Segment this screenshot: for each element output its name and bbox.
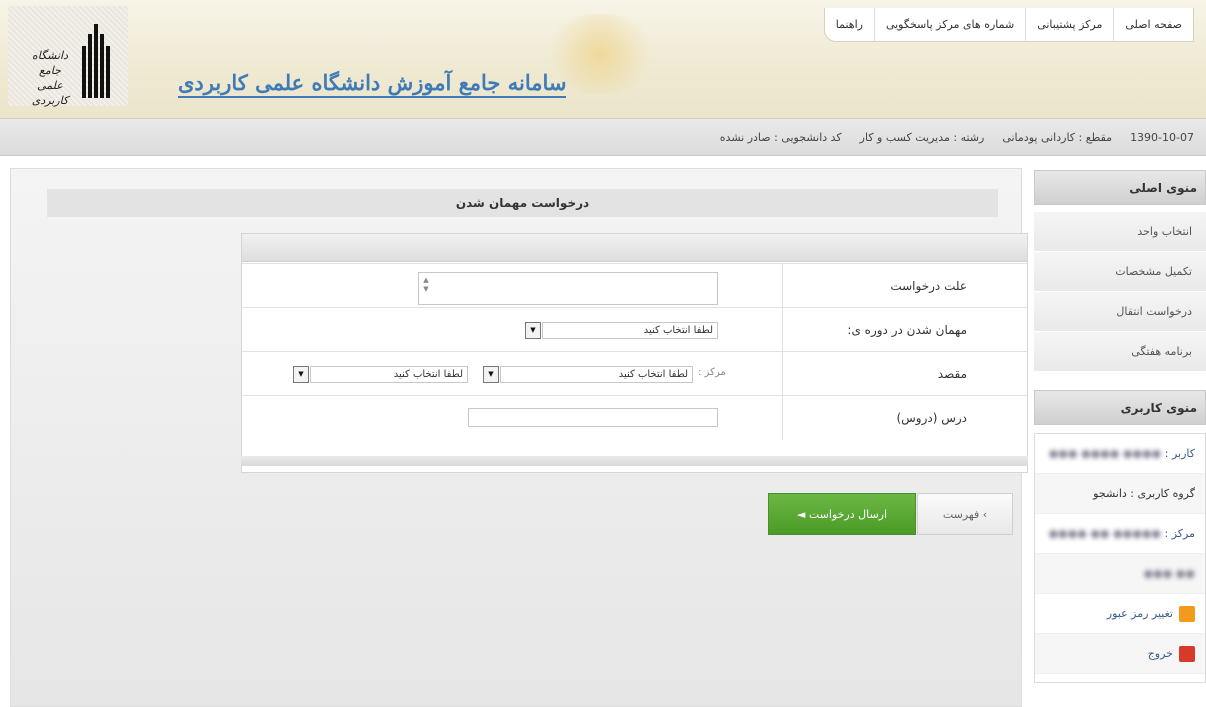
logo-text-line1: دانشگاه جامع <box>31 49 69 77</box>
change-password-link[interactable]: تغییر رمز عبور <box>1035 594 1205 634</box>
logo-text-line2: علمی کاربردی <box>31 79 69 107</box>
logout-link[interactable]: خروج <box>1035 634 1205 674</box>
student-major: رشته : مدیریت کسب و کار <box>859 131 985 144</box>
current-date: 1390-10-07 <box>1130 131 1194 144</box>
main-menu-title: منوی اصلی <box>1034 170 1206 205</box>
textarea-scroll-arrows-icon[interactable]: ▲ ▼ <box>421 276 431 294</box>
sidebar-item-complete-profile[interactable]: تکمیل مشخصات <box>1034 252 1206 292</box>
sidebar: منوی اصلی انتخاب واحد تکمیل مشخصات درخوا… <box>1034 168 1206 707</box>
center-label: مرکز : <box>1164 527 1195 540</box>
nav-home[interactable]: صفحه اصلی <box>1113 8 1193 41</box>
logo-emblem-icon <box>82 24 112 98</box>
user-row: کاربر : ●●●● ●●●● ●●● <box>1035 434 1205 474</box>
reason-label: علت درخواست <box>782 264 1027 308</box>
reason-textarea[interactable]: ▲ ▼ <box>418 272 718 305</box>
sidebar-item-weekly-schedule[interactable]: برنامه هفتگی <box>1034 332 1206 372</box>
list-button[interactable]: › فهرست <box>917 493 1013 535</box>
form-row-courses: درس (دروس) <box>242 395 1027 440</box>
student-code: کد دانشجویی : صادر نشده <box>719 131 842 144</box>
second-select-value: لطفا انتخاب کنید <box>393 369 463 380</box>
form-row-term: مهمان شدن در دوره ی: ▼ لطفا انتخاب کنید <box>242 307 1027 352</box>
top-navigation: صفحه اصلی مرکز پشتیبانی شماره های مرکز پ… <box>823 8 1194 42</box>
chevron-down-icon[interactable]: ▼ <box>293 366 309 383</box>
page-title: درخواست مهمان شدن <box>47 189 998 217</box>
send-request-button[interactable]: ارسال درخواست ◄ <box>768 493 916 535</box>
form-row-reason: علت درخواست ▲ ▼ <box>242 263 1027 308</box>
logo-text: دانشگاه جامع علمی کاربردی <box>20 48 80 108</box>
center-select[interactable]: ▼ لطفا انتخاب کنید <box>483 366 693 383</box>
courses-label: درس (دروس) <box>782 396 1027 440</box>
user-group: گروه کاربری : دانشجو <box>1035 474 1205 514</box>
center-name-redacted: ●●●●● ●● ●●●● <box>1048 527 1162 540</box>
main-content: درخواست مهمان شدن علت درخواست ▲ ▼ مهمان ش… <box>10 168 1028 707</box>
courses-input[interactable] <box>468 408 718 427</box>
change-password-label: تغییر رمز عبور <box>1106 607 1173 620</box>
chevron-down-icon[interactable]: ▼ <box>525 322 541 339</box>
term-select-value: لطفا انتخاب کنید <box>643 325 713 336</box>
chevron-down-icon[interactable]: ▼ <box>483 366 499 383</box>
site-header: دانشگاه جامع علمی کاربردی سامانه جامع آم… <box>0 0 1206 118</box>
sidebar-item-unit-selection[interactable]: انتخاب واحد <box>1034 212 1206 252</box>
second-select[interactable]: ▼ لطفا انتخاب کنید <box>293 366 468 383</box>
destination-label: مقصد <box>782 352 1027 396</box>
form-header <box>242 234 1027 262</box>
center-number-redacted: ●● ●●● <box>1143 567 1196 580</box>
user-menu-title: منوی کاربری <box>1034 390 1206 425</box>
guest-request-form: علت درخواست ▲ ▼ مهمان شدن در دوره ی: ▼ لط… <box>241 233 1028 473</box>
sidebar-item-transfer-request[interactable]: درخواست انتقال <box>1034 292 1206 332</box>
center-row-continued: ●● ●●● <box>1035 554 1205 594</box>
term-select[interactable]: ▼ لطفا انتخاب کنید <box>525 322 718 339</box>
center-select-value: لطفا انتخاب کنید <box>618 369 688 380</box>
site-title[interactable]: سامانه جامع آموزش دانشگاه علمی کاربردی <box>178 70 567 98</box>
student-grade: مقطع : کاردانی پودمانی <box>1002 131 1113 144</box>
user-label: کاربر : <box>1164 447 1195 460</box>
nav-call-center-numbers[interactable]: شماره های مرکز پاسخگویی <box>873 8 1025 41</box>
user-menu: کاربر : ●●●● ●●●● ●●● گروه کاربری : دانش… <box>1034 433 1206 683</box>
nav-help[interactable]: راهنما <box>825 8 874 41</box>
key-icon <box>1179 606 1195 622</box>
nav-support-center[interactable]: مرکز پشتیبانی <box>1025 8 1113 41</box>
form-row-destination: مقصد مرکز : ▼ لطفا انتخاب کنید ▼ لطفا ان… <box>242 351 1027 396</box>
term-label: مهمان شدن در دوره ی: <box>782 308 1027 352</box>
form-footer <box>241 456 1028 466</box>
center-prefix: مرکز : <box>698 367 726 378</box>
center-row: مرکز : ●●●●● ●● ●●●● <box>1035 514 1205 554</box>
logout-label: خروج <box>1147 647 1173 660</box>
university-logo: دانشگاه جامع علمی کاربردی <box>8 6 128 108</box>
student-info-bar: کد دانشجویی : صادر نشده رشته : مدیریت کس… <box>0 118 1206 156</box>
power-icon <box>1179 646 1195 662</box>
user-name-redacted: ●●●● ●●●● ●●● <box>1048 447 1162 460</box>
